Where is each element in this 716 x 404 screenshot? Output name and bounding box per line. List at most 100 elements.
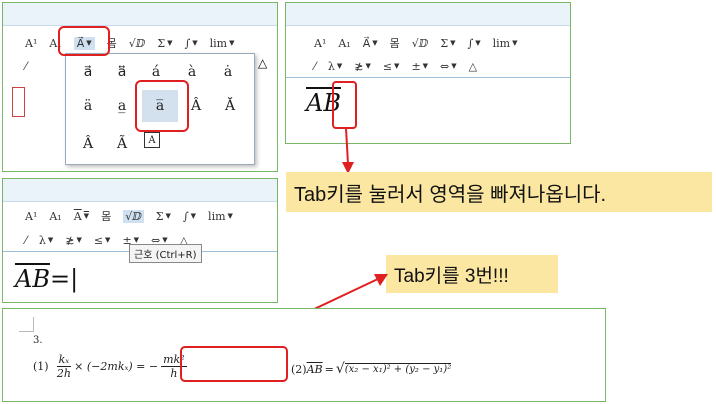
- accent-tilde[interactable]: Ã: [108, 132, 136, 156]
- chevron-down-icon: ▼: [394, 62, 400, 70]
- chevron-down-icon: ▼: [76, 236, 82, 244]
- eq2-ab: AB: [306, 362, 323, 376]
- toolbar-row-top: A¹ A₁ A ▼ 몸 √ⅅ Σ ▼ ∫ ▼ lim ▼: [25, 205, 245, 227]
- triangle-button[interactable]: △: [469, 60, 477, 73]
- accent-underline[interactable]: a̲: [108, 94, 136, 118]
- fraction-button[interactable]: 몸: [101, 208, 111, 224]
- slash-button[interactable]: ⁄: [314, 60, 316, 73]
- instruction-callout-2: Tab키를 3번!!!: [386, 255, 558, 293]
- integral-button[interactable]: ∫ ▼: [185, 37, 198, 50]
- ribbon-header: [3, 179, 277, 202]
- accent-button[interactable]: A ▼: [74, 210, 89, 223]
- chevron-down-icon: ▼: [336, 62, 343, 70]
- eq2-equals: =: [324, 362, 334, 376]
- chevron-down-icon: ▼: [83, 212, 90, 220]
- pointer-arrow-1: [342, 127, 354, 174]
- eq1-mid: × (−2mkₓ) = −: [74, 360, 159, 373]
- highlight-accent-button: [58, 26, 110, 56]
- root-button[interactable]: √ⅅ: [129, 37, 146, 50]
- chevron-down-icon: ▼: [451, 62, 457, 70]
- triangle-button[interactable]: △: [258, 56, 267, 70]
- accent-double-arrow[interactable]: a⃡: [108, 60, 136, 84]
- empty-input-box[interactable]: [12, 87, 25, 117]
- arrow-button[interactable]: ⇔ ▼: [440, 60, 457, 73]
- relation-button[interactable]: ≵ ▼: [65, 234, 82, 247]
- document-panel: 3. (1) kₓ 2h × (−2mkₓ) = − mk² h (2) AB …: [2, 308, 606, 402]
- slash-button[interactable]: ⁄: [25, 60, 27, 73]
- accent-box[interactable]: A: [144, 132, 160, 148]
- equation-line-1: (1) kₓ 2h × (−2mkₓ) = − mk² h: [33, 353, 187, 380]
- eq1-frac-den: 2h: [56, 367, 71, 380]
- chevron-down-icon: ▼: [162, 236, 168, 244]
- inequality-button[interactable]: ≤ ▼: [383, 60, 400, 73]
- chevron-down-icon: ▼: [372, 39, 378, 47]
- eq1-prefix: (1): [33, 360, 49, 373]
- subscript-button[interactable]: A₁: [338, 37, 350, 50]
- chevron-down-icon: ▼: [190, 212, 197, 220]
- toolbar-row-top: A¹ A₁ A⃗ ▼ 몸 √ⅅ Σ ▼ ∫ ▼ lim ▼: [314, 32, 529, 54]
- fraction-button[interactable]: 몸: [390, 35, 400, 51]
- ribbon-header: [3, 3, 277, 26]
- equation-line-2: (2) AB = √ (x₂ − x₁)² + (y₂ − y₁)²: [291, 361, 452, 377]
- chevron-down-icon: ▼: [167, 39, 173, 47]
- slash-button[interactable]: ⁄: [25, 234, 27, 247]
- superscript-button[interactable]: A¹: [314, 37, 326, 50]
- toolbar-row-bottom: ⁄: [25, 55, 39, 77]
- root-button[interactable]: √ⅅ: [412, 37, 429, 50]
- chevron-down-icon: ▼: [229, 39, 235, 47]
- relation-button[interactable]: ≵ ▼: [354, 60, 371, 73]
- chevron-down-icon: ▼: [512, 39, 518, 47]
- accent-dot[interactable]: ȧ: [214, 60, 242, 84]
- subscript-button[interactable]: A₁: [49, 210, 61, 223]
- chevron-down-icon: ▼: [165, 212, 171, 220]
- chevron-down-icon: ▼: [475, 39, 481, 47]
- equation-ab-part: AB: [15, 265, 50, 293]
- limit-button[interactable]: lim ▼: [208, 210, 233, 223]
- editor-panel-2: A¹ A₁ A⃗ ▼ 몸 √ⅅ Σ ▼ ∫ ▼ lim ▼ ⁄ λ ▼ ≵ ▼ ≤ ▼ ± ▼ …: [285, 2, 571, 144]
- chevron-down-icon: ▼: [105, 236, 111, 244]
- equation-ab-equals: AB=|: [15, 265, 78, 293]
- sum-button[interactable]: Σ ▼: [157, 37, 172, 50]
- sum-button[interactable]: Σ ▼: [440, 37, 455, 50]
- eq1-fraction: kₓ 2h: [56, 353, 72, 380]
- root-tooltip: 근호 (Ctrl+R): [129, 244, 202, 263]
- corner-mark: [19, 317, 34, 332]
- chevron-down-icon: ▼: [450, 39, 456, 47]
- chevron-down-icon: ▼: [133, 236, 140, 244]
- accent-wide-hat[interactable]: Â: [74, 132, 102, 156]
- highlight-empty-region: [180, 346, 288, 382]
- accent-breve[interactable]: Ă: [216, 94, 244, 118]
- accent-vector[interactable]: a⃗: [74, 60, 102, 84]
- toolbar-divider: [286, 77, 570, 78]
- integral-button[interactable]: ∫ ▼: [468, 37, 481, 50]
- limit-button[interactable]: lim ▼: [493, 37, 518, 50]
- chevron-down-icon: ▼: [227, 212, 233, 220]
- equation-cursor: =|: [49, 265, 79, 293]
- sqrt-icon: √: [335, 361, 345, 377]
- superscript-button[interactable]: A¹: [25, 210, 37, 223]
- problem-number: 3.: [33, 335, 43, 346]
- accent-umlaut[interactable]: ä: [74, 94, 102, 118]
- integral-button[interactable]: ∫ ▼: [183, 210, 196, 223]
- greek-button[interactable]: λ ▼: [39, 234, 53, 247]
- greek-button[interactable]: λ ▼: [328, 60, 342, 73]
- highlight-overline-region: [332, 81, 357, 129]
- limit-button[interactable]: lim ▼: [210, 37, 235, 50]
- chevron-down-icon: ▼: [47, 236, 54, 244]
- eq2-prefix: (2): [291, 362, 307, 376]
- eq1-frac-num: kₓ: [56, 353, 72, 367]
- accent-button[interactable]: A⃗ ▼: [363, 37, 378, 50]
- chevron-down-icon: ▼: [192, 39, 198, 47]
- eq1-frac2-den: h: [170, 367, 178, 380]
- ribbon-header: [286, 3, 570, 26]
- root-button[interactable]: √ⅅ: [123, 209, 144, 223]
- chevron-down-icon: ▼: [365, 62, 371, 70]
- chevron-down-icon: ▼: [422, 62, 429, 70]
- toolbar-row-bottom: ⁄ λ ▼ ≵ ▼ ≤ ▼ ± ▼ ⇔ ▼ △: [314, 55, 489, 77]
- highlight-overline-option: [135, 80, 189, 132]
- superscript-button[interactable]: A¹: [25, 37, 37, 50]
- inequality-button[interactable]: ≤ ▼: [94, 234, 111, 247]
- plusminus-button[interactable]: ± ▼: [411, 60, 428, 73]
- eq2-radicand: (x₂ − x₁)² + (y₂ − y₁)²: [344, 363, 452, 375]
- sum-button[interactable]: Σ ▼: [156, 210, 171, 223]
